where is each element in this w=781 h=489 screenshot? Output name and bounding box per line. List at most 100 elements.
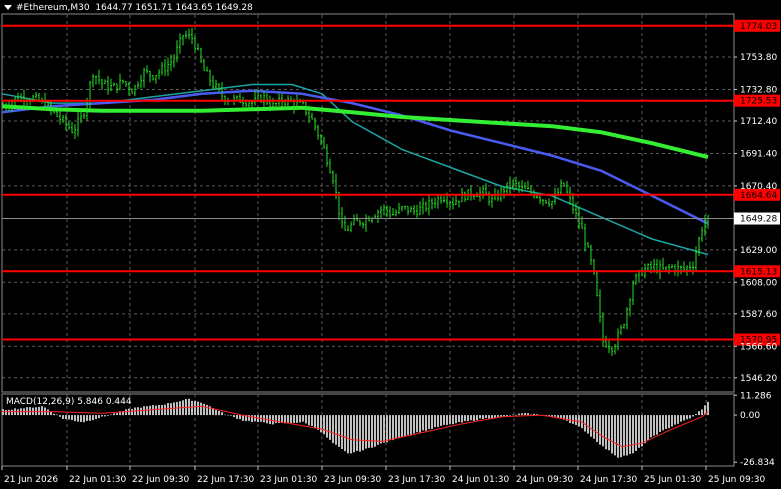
macd-bar <box>158 405 160 416</box>
macd-bar <box>575 415 577 425</box>
macd-bar <box>431 415 433 429</box>
macd-bar <box>392 415 394 441</box>
macd-bar <box>656 415 658 435</box>
macd-bar <box>395 415 397 439</box>
macd-bar <box>644 415 646 444</box>
ma-slow-line <box>1 104 709 160</box>
time-tick-label: 22 Jun 17:30 <box>197 475 254 485</box>
macd-bar <box>521 413 523 416</box>
macd-bar <box>698 411 700 415</box>
time-tick-label: 22 Jun 01:30 <box>69 475 126 485</box>
macd-bar <box>347 415 349 454</box>
macd-bar <box>224 414 226 416</box>
time-tick-label: 25 Jun 01:30 <box>644 475 701 485</box>
macd-bar <box>677 415 679 424</box>
price-tick-label: 1566.60 <box>740 342 777 352</box>
macd-bar <box>308 415 310 426</box>
symbol-timeframe: #Ethereum,M30 <box>16 3 90 13</box>
price-tick-label: 1608.00 <box>740 278 777 288</box>
macd-bar <box>230 415 232 416</box>
macd-bar <box>341 415 343 449</box>
current-price-label: 1649.28 <box>740 215 777 225</box>
macd-bar <box>683 415 685 421</box>
macd-bar <box>326 415 328 438</box>
macd-bar <box>344 415 346 452</box>
macd-bar <box>101 415 103 417</box>
time-axis: 21 Jun 2026 22 Jun 01:30 22 Jun 09:30 22 Ju… <box>1 466 765 485</box>
macd-bar <box>368 415 370 448</box>
macd-bar <box>302 415 304 422</box>
macd-bar <box>338 415 340 447</box>
time-tick-label: 24 Jun 09:30 <box>516 475 573 485</box>
macd-bar <box>161 405 163 415</box>
macd-label: MACD(12,26,9) 5.846 0.444 <box>6 397 132 407</box>
macd-bar <box>701 409 703 416</box>
macd-bar <box>695 414 697 416</box>
macd-bar <box>125 409 127 415</box>
macd-bar <box>419 415 421 433</box>
macd-bar <box>311 415 313 426</box>
symbol-header: #Ethereum,M30 1644.77 1651.71 1643.65 16… <box>4 3 253 13</box>
macd-bar <box>305 415 307 424</box>
macd-bar <box>467 415 469 422</box>
macd-bar <box>320 415 322 433</box>
macd-bar <box>113 413 115 416</box>
macd-bar <box>587 415 589 434</box>
macd-bar <box>110 414 112 416</box>
macd-bar <box>620 415 622 458</box>
macd-bar <box>410 415 412 435</box>
macd-bar <box>293 415 295 423</box>
macd-bar <box>614 415 616 456</box>
macd-bar <box>335 415 337 445</box>
macd-bar <box>98 415 100 419</box>
macd-bar <box>629 415 631 454</box>
macd-bar <box>350 415 352 454</box>
macd-bar <box>296 415 298 423</box>
collapse-triangle-icon[interactable] <box>4 5 12 10</box>
macd-bar <box>668 415 670 429</box>
level-price-label: 1725.53 <box>740 97 777 107</box>
macd-bar <box>386 415 388 443</box>
macd-bar <box>164 404 166 416</box>
macd-bar <box>527 413 529 416</box>
macd-bar <box>59 415 61 417</box>
macd-bar <box>428 415 430 430</box>
macd-bar <box>233 415 235 418</box>
macd-bar <box>425 415 427 431</box>
macd-bar <box>404 415 406 437</box>
macd-bar <box>524 412 526 416</box>
macd-tick-label: -26.834 <box>740 458 775 468</box>
macd-bar <box>635 415 637 451</box>
price-tick-label: 1712.40 <box>740 117 777 127</box>
macd-bar <box>578 415 580 427</box>
time-tick-label: 24 Jun 17:30 <box>580 475 637 485</box>
horizontal-levels[interactable]: 1774.031725.531664.641615.131570.95 <box>2 19 780 346</box>
macd-bar <box>440 415 442 426</box>
macd-bar <box>554 415 556 417</box>
macd-bar <box>626 415 628 456</box>
macd-bar <box>365 415 367 449</box>
macd-bar <box>632 415 634 454</box>
price-chart[interactable]: 1774.031725.531664.641615.131570.95 1753… <box>0 0 781 489</box>
main-panel-frame <box>1 13 735 393</box>
macd-bar <box>707 401 709 416</box>
macd-bar <box>653 415 655 436</box>
macd-bar <box>140 407 142 415</box>
macd-bar <box>407 415 409 435</box>
macd-bar <box>227 414 229 416</box>
macd-bar <box>11 409 13 416</box>
macd-bar <box>611 415 613 454</box>
price-tick-label: 1587.60 <box>740 310 777 320</box>
macd-bar <box>659 415 661 432</box>
macd-bar <box>92 415 94 421</box>
macd-bar <box>647 415 649 440</box>
macd-bar <box>452 415 454 425</box>
macd-bar <box>362 415 364 451</box>
macd-bar <box>434 415 436 428</box>
macd-bar <box>371 415 373 448</box>
macd-bar <box>446 415 448 425</box>
macd-bar <box>236 415 238 419</box>
macd-bar <box>665 415 667 429</box>
macd-bar <box>530 414 532 416</box>
macd-bar <box>200 402 202 416</box>
